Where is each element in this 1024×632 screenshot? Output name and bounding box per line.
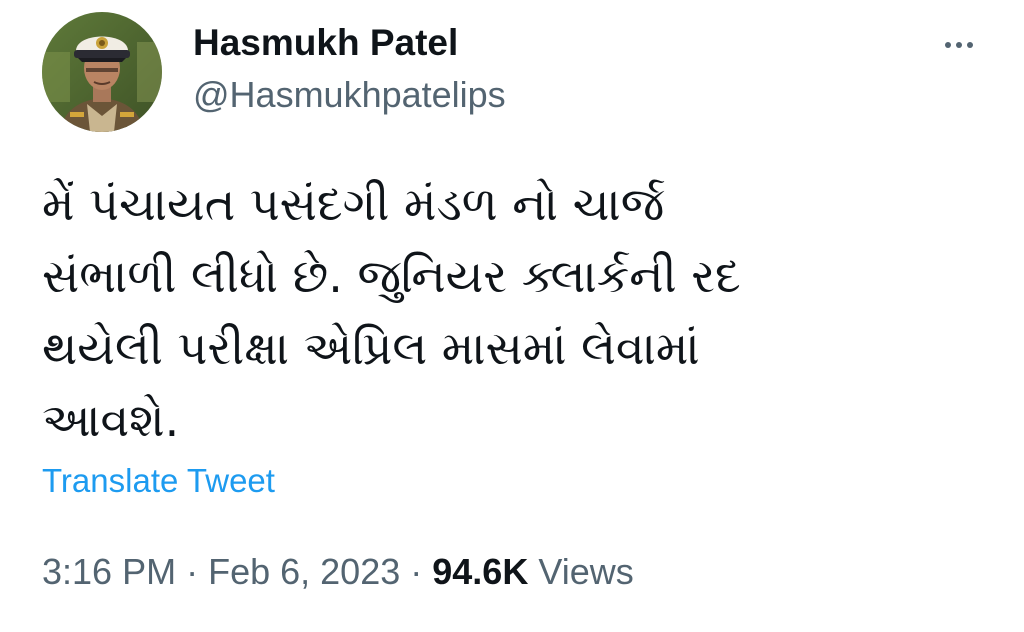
meta-separator: · xyxy=(410,551,433,592)
tweet-text-line: થયેલી પરીક્ષા એપ્રિલ માસમાં લેવામાં xyxy=(42,321,700,375)
views-count[interactable]: 94.6K xyxy=(432,551,528,592)
ellipsis-horizontal-icon xyxy=(956,42,962,48)
profile-photo-icon xyxy=(42,12,162,132)
more-options-button[interactable] xyxy=(934,30,984,60)
tweet-date[interactable]: Feb 6, 2023 xyxy=(208,551,400,592)
tweet-time[interactable]: 3:16 PM xyxy=(42,551,176,592)
author-display-name[interactable]: Hasmukh Patel xyxy=(193,22,458,64)
author-handle[interactable]: @Hasmukhpatelips xyxy=(193,74,506,116)
tweet-text-line: આવશે. xyxy=(42,393,180,447)
translate-tweet-link[interactable]: Translate Tweet xyxy=(42,462,275,500)
tweet-card: Hasmukh Patel @Hasmukhpatelips મેં પંચાય… xyxy=(0,0,1024,632)
tweet-text-line: સંભાળી લીધો છે. જુનિયર ક્લાર્કની રદ xyxy=(42,249,741,303)
avatar[interactable] xyxy=(42,12,162,132)
ellipsis-horizontal-icon xyxy=(945,42,951,48)
tweet-text-line: મેં પંચાયત પસંદગી મંડળ નો ચાર્જ xyxy=(42,177,665,231)
ellipsis-horizontal-icon xyxy=(967,42,973,48)
tweet-meta: 3:16 PM · Feb 6, 2023 · 94.6K Views xyxy=(42,551,634,593)
meta-separator: · xyxy=(186,551,209,592)
views-label: Views xyxy=(538,551,634,592)
tweet-text: મેં પંચાયત પસંદગી મંડળ નો ચાર્જ સંભાળી લ… xyxy=(42,168,942,456)
